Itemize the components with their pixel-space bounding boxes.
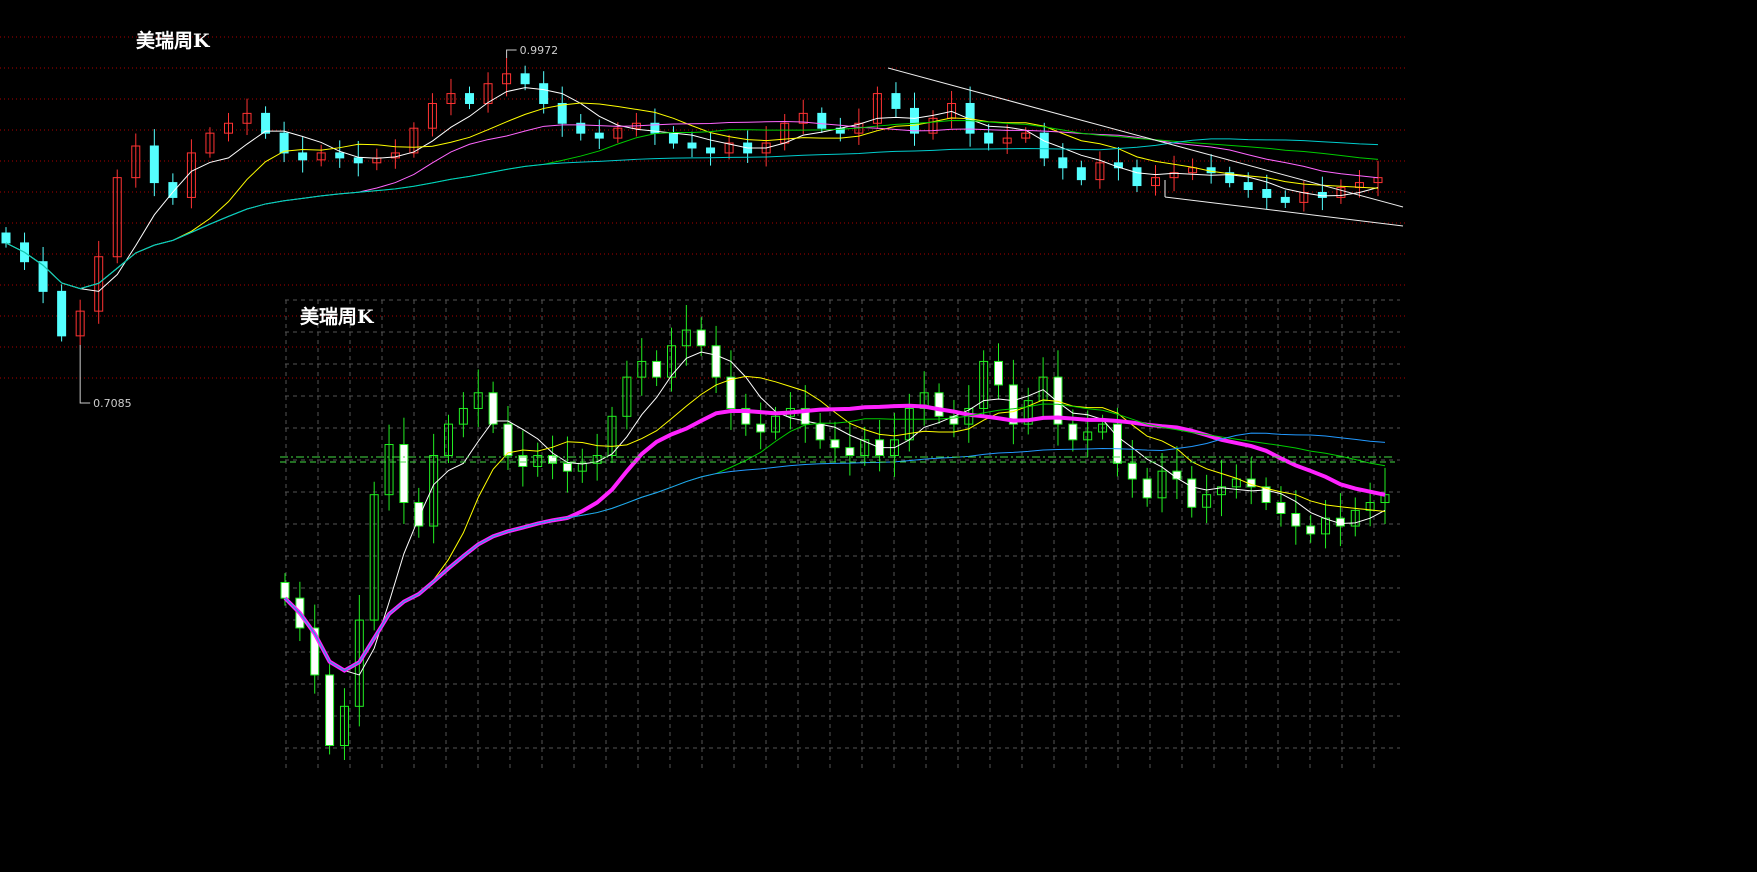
candle-body bbox=[1076, 167, 1086, 181]
candle-body bbox=[1132, 167, 1142, 187]
candle-body bbox=[594, 132, 604, 139]
candle-body bbox=[465, 93, 475, 104]
candle-body bbox=[562, 462, 572, 472]
candle-body bbox=[1262, 189, 1272, 198]
candle-body bbox=[353, 157, 363, 164]
candle-body bbox=[414, 502, 424, 527]
candle-body bbox=[1187, 478, 1197, 508]
ma10-line bbox=[284, 375, 1386, 672]
candle-body bbox=[539, 83, 549, 104]
candle-body bbox=[38, 261, 48, 292]
candle-body bbox=[726, 376, 736, 409]
candle-body bbox=[891, 93, 901, 109]
candle-body bbox=[1306, 525, 1316, 535]
candle-body bbox=[934, 392, 944, 417]
candle-body bbox=[557, 102, 567, 124]
candle-body bbox=[1243, 182, 1253, 191]
top-chart-title: 美瑞周K bbox=[136, 30, 210, 52]
candle-body bbox=[994, 360, 1004, 386]
candle-body bbox=[503, 423, 513, 456]
candle-body bbox=[668, 132, 678, 144]
candle-body bbox=[1291, 512, 1301, 527]
candle-body bbox=[1039, 132, 1049, 159]
candle-body bbox=[845, 447, 855, 456]
candle-body bbox=[335, 152, 345, 159]
candle-body bbox=[909, 107, 919, 134]
candle-body bbox=[815, 423, 825, 441]
candle-body bbox=[280, 581, 290, 599]
candle-body bbox=[756, 423, 766, 433]
candle-body bbox=[1068, 423, 1078, 441]
candle-body bbox=[830, 439, 840, 449]
candle-body bbox=[1142, 478, 1152, 499]
candle-body bbox=[149, 145, 159, 184]
candle-body bbox=[261, 112, 271, 134]
low-marker bbox=[79, 345, 91, 404]
high-marker bbox=[506, 49, 517, 58]
candle-body bbox=[325, 674, 335, 747]
candle-body bbox=[1276, 502, 1286, 514]
candle-body bbox=[279, 132, 289, 154]
candle-body bbox=[1280, 196, 1290, 203]
candle-body bbox=[696, 329, 706, 347]
ma60-line bbox=[284, 432, 1386, 672]
candle-body bbox=[488, 392, 498, 425]
candle-body bbox=[652, 360, 662, 378]
candle-body bbox=[817, 112, 827, 129]
candle-body bbox=[298, 152, 308, 161]
candle-body bbox=[687, 142, 697, 149]
candle-body bbox=[399, 444, 409, 504]
candle-body bbox=[1127, 462, 1137, 480]
ma5-line bbox=[284, 351, 1386, 676]
high-label: 0.9972 bbox=[520, 44, 559, 57]
candle-body bbox=[706, 147, 716, 154]
trendline-upper bbox=[887, 67, 1404, 208]
candle-body bbox=[1335, 517, 1345, 527]
ma5-line bbox=[5, 87, 1379, 292]
chart-canvas: 0.9972 0.7085 bbox=[0, 36, 1405, 770]
candle-body bbox=[57, 290, 67, 337]
candle-body bbox=[711, 345, 721, 378]
candle-body bbox=[1, 232, 11, 244]
candle-body bbox=[984, 132, 994, 144]
ma10-line bbox=[5, 102, 1379, 290]
low-label: 0.7085 bbox=[93, 397, 132, 410]
candle-body bbox=[520, 73, 530, 85]
bottom-chart-title: 美瑞周K bbox=[300, 306, 374, 328]
candle-body bbox=[1058, 157, 1068, 169]
